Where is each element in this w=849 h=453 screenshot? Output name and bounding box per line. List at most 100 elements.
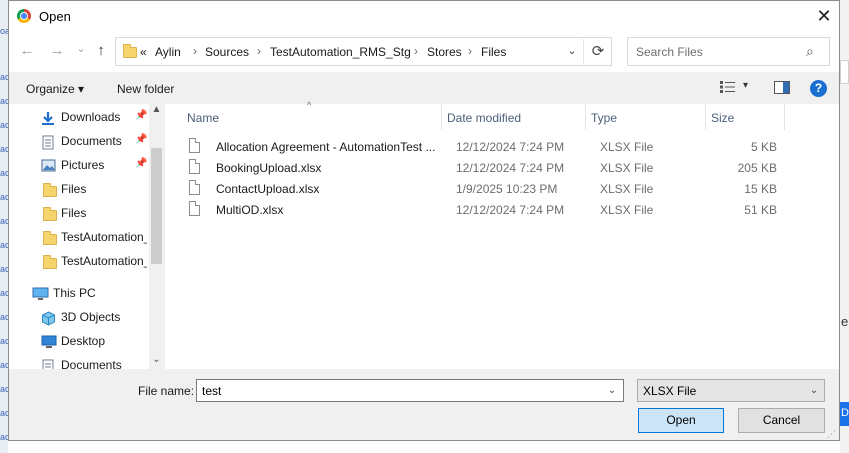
column-divider[interactable]	[705, 104, 706, 130]
background-link-fragment: ac	[0, 408, 8, 418]
file-type-select[interactable]: XLSX File ⌄	[637, 379, 825, 402]
downloads-icon	[42, 112, 54, 125]
sidebar-item-files[interactable]: Files	[9, 177, 149, 201]
sidebar-item-pictures[interactable]: Pictures 📌	[9, 153, 149, 177]
background-button-label: D	[841, 407, 849, 419]
file-list: ^ Name Date modified Type Size Allocatio…	[164, 100, 839, 369]
background-link-fragment: ac	[0, 312, 8, 322]
background-link-fragment: ac	[0, 264, 8, 274]
file-icon	[189, 159, 200, 174]
sidebar-item-3d-objects[interactable]: 3D Objects	[9, 305, 149, 329]
breadcrumb-testautomation[interactable]: TestAutomation_RMS_Stg	[270, 45, 411, 59]
search-input[interactable]: Search Files ⌕	[627, 37, 830, 66]
title-bar: Open ✕	[9, 1, 839, 32]
file-type: XLSX File	[600, 203, 654, 217]
file-row[interactable]: Allocation Agreement - AutomationTest ..…	[185, 136, 777, 157]
breadcrumb-sources[interactable]: Sources	[205, 45, 249, 59]
sidebar-item-label: Downloads	[61, 110, 121, 124]
navigation-pane: Downloads 📌 Documents 📌 Pictures 📌 Files…	[9, 104, 164, 369]
sidebar-item-this-pc[interactable]: This PC	[9, 281, 149, 305]
scrollbar-thumb[interactable]	[151, 148, 162, 264]
cancel-button[interactable]: Cancel	[738, 408, 825, 433]
column-header-size[interactable]: Size	[711, 111, 734, 125]
breadcrumb-separator[interactable]: ›	[257, 44, 261, 58]
column-header-name[interactable]: Name	[187, 111, 219, 125]
sidebar-item-documents[interactable]: Documents	[9, 353, 149, 369]
file-name-value[interactable]: test	[202, 384, 221, 398]
preview-pane-icon[interactable]	[774, 81, 790, 94]
column-header-date[interactable]: Date modified	[447, 111, 521, 125]
file-size: 5 KB	[750, 140, 777, 154]
file-row[interactable]: ContactUpload.xlsx 1/9/2025 10:23 PM XLS…	[185, 178, 777, 199]
breadcrumb-separator[interactable]: ›	[468, 44, 472, 58]
scroll-up-icon[interactable]: ▲	[149, 104, 164, 118]
file-size: 15 KB	[744, 182, 777, 196]
column-divider[interactable]	[784, 104, 785, 130]
breadcrumb-files[interactable]: Files	[481, 45, 506, 59]
breadcrumb-aylin[interactable]: Aylin	[155, 45, 181, 59]
breadcrumb-separator[interactable]: ›	[414, 44, 418, 58]
background-link-fragment: ac	[0, 144, 8, 154]
breadcrumb-stores[interactable]: Stores	[427, 45, 462, 59]
chevron-down-icon[interactable]: ⌄	[561, 39, 583, 64]
file-type: XLSX File	[600, 161, 654, 175]
recent-locations-button[interactable]: ⌄	[71, 39, 91, 59]
background-text-fragment: oa	[0, 26, 8, 36]
sidebar-item-label: This PC	[53, 286, 96, 300]
background-link-fragment: ac	[0, 336, 8, 346]
file-row[interactable]: BookingUpload.xlsx 12/12/2024 7:24 PM XL…	[185, 157, 777, 178]
new-folder-button[interactable]: New folder	[117, 82, 174, 96]
chevron-down-icon[interactable]: ⌄	[804, 380, 824, 401]
file-name: ContactUpload.xlsx	[216, 182, 320, 196]
background-link-fragment: ac	[0, 216, 8, 226]
resize-grip-icon[interactable]: ⋰	[827, 429, 836, 440]
back-button[interactable]: ←	[17, 41, 37, 61]
search-placeholder: Search Files	[636, 45, 703, 59]
sidebar-item-testautomation[interactable]: TestAutomation_	[9, 249, 149, 273]
file-size: 205 KB	[737, 161, 777, 175]
help-icon[interactable]: ?	[810, 80, 827, 97]
file-name-input[interactable]: test ⌄	[196, 379, 624, 402]
forward-button[interactable]: →	[47, 41, 67, 61]
column-divider[interactable]	[585, 104, 586, 130]
close-button[interactable]: ✕	[809, 1, 839, 32]
background-link-fragment: ac	[0, 168, 8, 178]
breadcrumb-separator[interactable]: ›	[193, 44, 197, 58]
pin-icon: 📌	[135, 110, 148, 121]
sidebar-item-files[interactable]: Files	[9, 201, 149, 225]
pictures-icon	[41, 159, 56, 172]
address-bar[interactable]: « Aylin › Sources › TestAutomation_RMS_S…	[115, 37, 612, 66]
chevron-down-icon[interactable]: ⌄	[601, 380, 623, 401]
column-header-type[interactable]: Type	[591, 111, 617, 125]
up-button[interactable]: ↑	[91, 41, 111, 61]
organize-button[interactable]: Organize ▾	[26, 82, 84, 96]
file-row[interactable]: MultiOD.xlsx 12/12/2024 7:24 PM XLSX Fil…	[185, 199, 777, 220]
sidebar-item-documents[interactable]: Documents 📌	[9, 129, 149, 153]
background-link-fragment: ac	[0, 360, 8, 370]
breadcrumb-overflow[interactable]: «	[140, 45, 147, 59]
documents-icon	[42, 359, 54, 369]
background-link-fragment: ac	[0, 288, 8, 298]
sidebar-item-label: Files	[61, 182, 87, 196]
dialog-title: Open	[39, 9, 71, 24]
refresh-icon[interactable]: ⟳	[583, 39, 612, 64]
navigation-bar: ← → ⌄ ↑ « Aylin › Sources › TestAutomati…	[9, 32, 839, 72]
sidebar-item-label: Files	[61, 206, 87, 220]
background-link-fragment: ac	[0, 72, 8, 82]
view-dropdown-icon[interactable]: ▾	[743, 80, 748, 91]
background-link-fragment: ac	[0, 432, 8, 442]
file-name: BookingUpload.xlsx	[216, 161, 322, 175]
file-type-value: XLSX File	[643, 384, 697, 398]
command-bar: Organize ▾ New folder ▾ ?	[9, 72, 839, 104]
view-options-icon[interactable]	[719, 80, 737, 94]
folder-icon	[43, 183, 57, 197]
scroll-down-icon[interactable]: ⌄	[149, 354, 164, 368]
column-divider[interactable]	[441, 104, 442, 130]
sidebar-item-desktop[interactable]: Desktop	[9, 329, 149, 353]
sidebar-item-testautomation[interactable]: TestAutomation_	[9, 225, 149, 249]
file-type: XLSX File	[600, 182, 654, 196]
sidebar-item-label: 3D Objects	[61, 310, 121, 324]
sidebar-item-label: Desktop	[61, 334, 106, 348]
sidebar-item-downloads[interactable]: Downloads 📌	[9, 105, 149, 129]
open-button[interactable]: Open	[638, 408, 724, 433]
